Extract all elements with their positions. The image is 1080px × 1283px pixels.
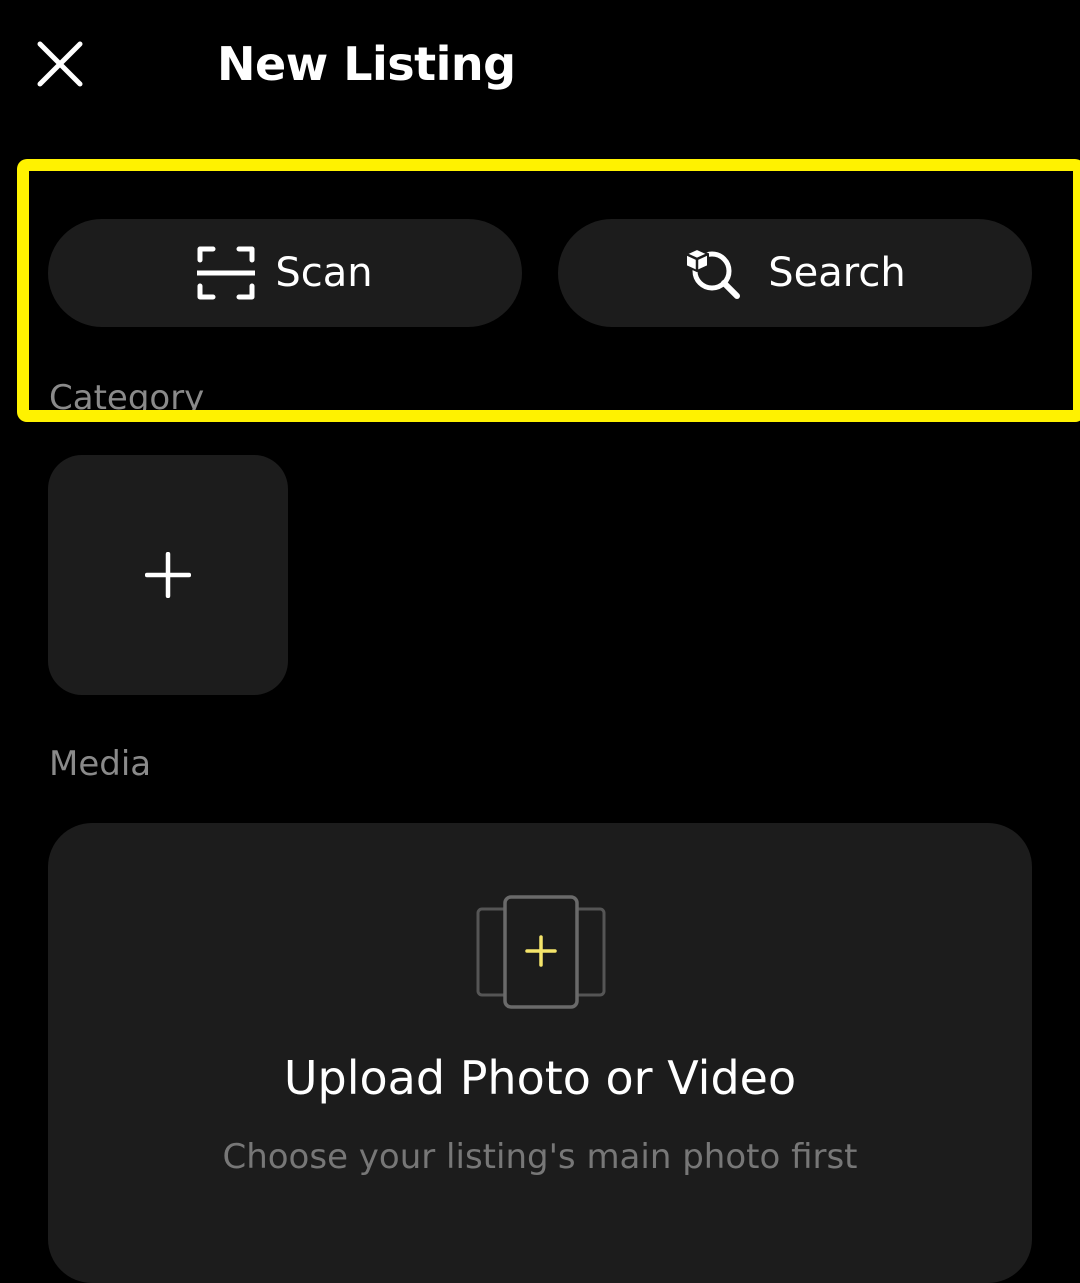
scan-frame-icon [197,246,256,300]
plus-icon [145,552,191,598]
upload-title: Upload Photo or Video [283,1051,797,1105]
add-media-icon [476,895,606,1009]
media-label: Media [49,744,152,784]
upload-subtitle: Choose your listing's main photo first [222,1137,858,1177]
close-button[interactable] [30,34,90,94]
search-label: Search [768,250,906,296]
category-label: Category [49,378,205,418]
upload-media-card[interactable]: Upload Photo or Video Choose your listin… [48,823,1032,1283]
page-title: New Listing [217,37,516,91]
cube-search-icon [684,245,742,301]
add-category-button[interactable] [48,455,288,695]
close-icon [37,41,83,87]
search-button[interactable]: Search [558,219,1032,327]
scan-button[interactable]: Scan [48,219,522,327]
scan-label: Scan [275,250,373,296]
